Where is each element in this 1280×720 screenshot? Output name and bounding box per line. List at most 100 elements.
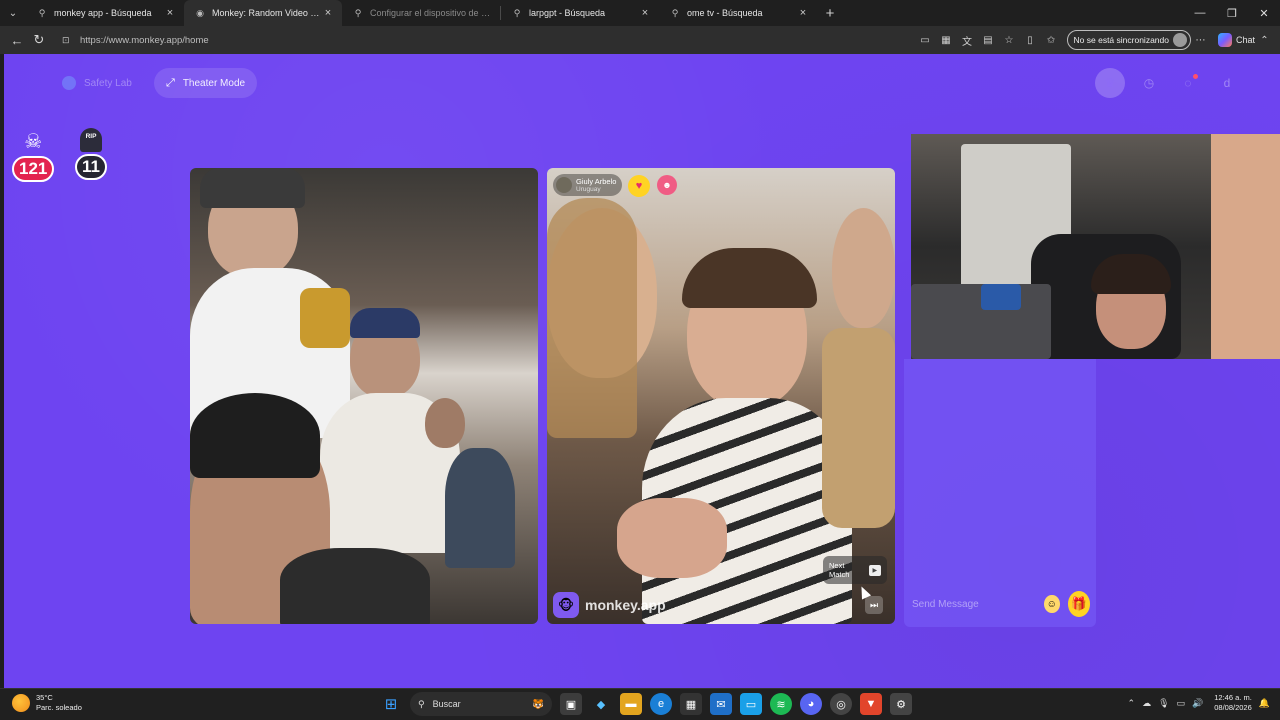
gift-icon[interactable]: 🎁	[1067, 591, 1090, 617]
taskbar-search[interactable]: ⚲ Buscar 🐯	[410, 692, 552, 716]
sync-status-button[interactable]: No se está sincronizando	[1066, 30, 1191, 50]
monkey-logo-icon: 🐵	[553, 592, 579, 618]
monkey-app-page: Safety Lab ⤢ Theater Mode ♛ ◷ ◌ d ☠ 121 …	[4, 54, 1280, 688]
camera-icon[interactable]: ▭	[916, 31, 935, 50]
tray-overflow-icon[interactable]: ⌃	[1128, 698, 1136, 709]
sun-icon	[12, 694, 30, 712]
obs-icon[interactable]: ◎	[830, 693, 852, 715]
maximize-icon[interactable]: ❐	[1216, 0, 1248, 26]
file-explorer-icon[interactable]: ▬	[620, 693, 642, 715]
windows-start-icon[interactable]: ⊞	[380, 693, 402, 715]
copilot-app-icon[interactable]: ◆	[590, 693, 612, 715]
messages-icon[interactable]: ◌	[1173, 68, 1203, 98]
top-right-icons: ♛ ◷ ◌ d	[1095, 68, 1242, 98]
new-tab-button[interactable]: +	[817, 0, 843, 26]
spotify-icon[interactable]: ≋	[770, 693, 792, 715]
mail-icon[interactable]: ✉	[710, 693, 732, 715]
address-bar-row: ← ↻ ⊡ https://www.monkey.app/home ▭ ▦ 文 …	[0, 26, 1280, 54]
split-screen-icon[interactable]: ▯	[1021, 31, 1040, 50]
microphone-icon[interactable]: 🎙	[1158, 698, 1169, 709]
tab-audio-config[interactable]: ⚲ Configurar el dispositivo de audio	[342, 0, 500, 26]
copilot-chat-button[interactable]: Chat	[1217, 33, 1255, 47]
search-label: Buscar	[432, 699, 461, 709]
heart-icon[interactable]: ♥	[628, 175, 650, 197]
search-icon: ⚲	[354, 7, 362, 18]
network-icon[interactable]: ▭	[1177, 698, 1186, 709]
volume-icon[interactable]: 🔊	[1192, 698, 1203, 709]
skull-count: 121	[12, 156, 55, 182]
tab-title: larpgpt - Búsqueda	[529, 8, 606, 18]
hair-shape	[682, 248, 817, 308]
tab-actions-menu-icon[interactable]: ⌄	[0, 0, 26, 26]
translate-icon[interactable]: 文	[958, 31, 977, 50]
tab-title: monkey app - Búsqueda	[54, 8, 152, 18]
brave-browser-icon[interactable]: ▼	[860, 693, 882, 715]
history-icon[interactable]: ◷	[1134, 68, 1164, 98]
tab-title: ome tv - Búsqueda	[687, 8, 763, 18]
search-icon: ⚲	[513, 7, 521, 18]
reader-icon[interactable]: ▤	[979, 31, 998, 50]
browser-toolbar: ▭ ▦ 文 ▤ ☆ ▯ ✩	[916, 31, 1061, 50]
reaction-icon[interactable]: ☻	[657, 175, 677, 195]
clock[interactable]: 12:46 a. m. 08/08/2026	[1214, 693, 1252, 713]
settings-gear-icon[interactable]: ⚙	[890, 693, 912, 715]
microphone-shape	[981, 284, 1021, 310]
person-silhouette	[832, 208, 895, 328]
tab-monkey-app[interactable]: ◉ Monkey: Random Video Chat ×	[184, 0, 342, 26]
notes-icon[interactable]: ▭	[740, 693, 762, 715]
close-tab-icon[interactable]: ×	[639, 7, 651, 19]
close-window-icon[interactable]: ✕	[1248, 0, 1280, 26]
send-message-input[interactable]	[912, 598, 1044, 610]
tombstone-icon: RIP	[80, 128, 102, 152]
clock-time: 12:46 a. m.	[1214, 693, 1252, 702]
app-icon[interactable]: ▦	[937, 31, 956, 50]
window-controls: — ❐ ✕	[1184, 0, 1280, 26]
message-composer: ☺ 🎁	[904, 584, 1096, 624]
safety-lab-button[interactable]: Safety Lab	[50, 68, 144, 98]
next-match-label: Next Match	[829, 561, 850, 579]
keyboard-key-icon: ▶	[868, 564, 881, 576]
more-options-icon[interactable]: ⋯	[1191, 31, 1210, 50]
notification-icon[interactable]: 🔔	[1259, 698, 1270, 709]
emoji-icon[interactable]: ☺	[1044, 595, 1060, 613]
match-country: Uruguay	[576, 185, 601, 193]
profile-icon[interactable]: d	[1212, 68, 1242, 98]
url-field[interactable]: ⊡ https://www.monkey.app/home	[56, 29, 916, 51]
tab-monkey-search[interactable]: ⚲ monkey app - Búsqueda ×	[26, 0, 184, 26]
tab-ometv-search[interactable]: ⚲ ome tv - Búsqueda ×	[659, 0, 817, 26]
task-view-icon[interactable]: ▣	[560, 693, 582, 715]
reload-icon[interactable]: ↻	[28, 29, 50, 51]
back-arrow-icon[interactable]: ←	[6, 29, 28, 51]
brand-name: monkey.app	[585, 597, 666, 613]
hand-shape	[617, 498, 727, 578]
theater-mode-button[interactable]: ⤢ Theater Mode	[154, 68, 258, 98]
sidebar-toggle-icon[interactable]: ⌃	[1255, 31, 1274, 50]
cloud-icon[interactable]: ☁	[1142, 698, 1151, 709]
shirt-shape	[445, 448, 515, 568]
minimize-icon[interactable]: —	[1184, 0, 1216, 26]
next-match-button[interactable]: Next Match ▶	[823, 556, 887, 584]
close-tab-icon[interactable]: ×	[164, 7, 176, 19]
copilot-label: Chat	[1235, 35, 1255, 45]
favorites-icon[interactable]: ✩	[1042, 31, 1061, 50]
match-user-tag[interactable]: Giuly Arbelo Uruguay	[553, 174, 623, 196]
weather-condition: Parc. soleado	[36, 703, 82, 712]
site-info-icon[interactable]: ⊡	[62, 35, 74, 46]
weather-widget[interactable]: 35°C Parc. soleado	[12, 693, 82, 713]
tab-larpgpt-search[interactable]: ⚲ larpgpt - Búsqueda ×	[501, 0, 659, 26]
skip-icon[interactable]: ⏭	[865, 596, 883, 614]
rip-stat: RIP 11	[75, 128, 107, 180]
shirt-shape	[280, 548, 430, 624]
close-tab-icon[interactable]: ×	[797, 7, 809, 19]
favorite-star-icon[interactable]: ☆	[1000, 31, 1019, 50]
tab-title: Configurar el dispositivo de audio	[370, 8, 492, 18]
close-tab-icon[interactable]: ×	[322, 7, 334, 19]
edge-browser-icon[interactable]: e	[650, 693, 672, 715]
discord-icon[interactable]: ◕	[800, 693, 822, 715]
cap-shape	[350, 308, 420, 338]
search-icon: ⚲	[671, 7, 679, 18]
glass-shape	[300, 288, 350, 348]
temperature: 35°C	[36, 693, 53, 702]
store-icon[interactable]: ▦	[680, 693, 702, 715]
crown-icon[interactable]: ♛	[1095, 68, 1125, 98]
